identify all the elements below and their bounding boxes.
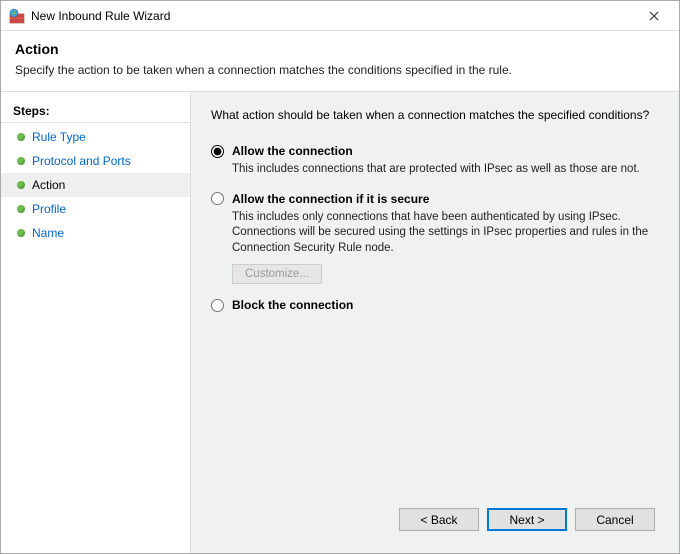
header: Action Specify the action to be taken wh…	[1, 31, 679, 92]
customize-button: Customize...	[232, 264, 322, 284]
bullet-icon	[17, 157, 25, 165]
option-allow-secure-desc: This includes only connections that have…	[232, 210, 652, 257]
step-rule-type[interactable]: Rule Type	[1, 125, 190, 149]
radio-allow[interactable]	[211, 145, 224, 158]
cancel-button[interactable]: Cancel	[575, 508, 655, 531]
content-panel: What action should be taken when a conne…	[191, 92, 679, 553]
step-name[interactable]: Name	[1, 221, 190, 245]
footer-buttons: < Back Next > Cancel	[211, 498, 659, 545]
firewall-icon	[9, 8, 25, 24]
option-allow-secure: Allow the connection if it is secure Thi…	[211, 192, 659, 285]
step-label: Rule Type	[32, 130, 86, 144]
close-button[interactable]	[637, 4, 671, 28]
bullet-icon	[17, 229, 25, 237]
option-allow-secure-label: Allow the connection if it is secure	[232, 192, 429, 206]
page-title: Action	[15, 41, 665, 57]
step-action: Action	[1, 173, 190, 197]
page-subtitle: Specify the action to be taken when a co…	[15, 63, 665, 77]
bullet-icon	[17, 205, 25, 213]
step-label: Profile	[32, 202, 66, 216]
steps-heading: Steps:	[1, 100, 190, 123]
close-icon	[649, 11, 659, 21]
step-label: Protocol and Ports	[32, 154, 131, 168]
next-button[interactable]: Next >	[487, 508, 567, 531]
step-label: Action	[32, 178, 65, 192]
option-block-control[interactable]: Block the connection	[211, 298, 659, 312]
option-allow-secure-control[interactable]: Allow the connection if it is secure	[211, 192, 659, 206]
option-allow-control[interactable]: Allow the connection	[211, 144, 659, 158]
radio-block[interactable]	[211, 299, 224, 312]
option-block: Block the connection	[211, 298, 659, 312]
option-allow-label: Allow the connection	[232, 144, 353, 158]
step-profile[interactable]: Profile	[1, 197, 190, 221]
titlebar: New Inbound Rule Wizard	[1, 1, 679, 31]
window-title: New Inbound Rule Wizard	[31, 9, 637, 23]
content-prompt: What action should be taken when a conne…	[211, 108, 659, 122]
option-block-label: Block the connection	[232, 298, 353, 312]
bullet-icon	[17, 181, 25, 189]
option-allow-desc: This includes connections that are prote…	[232, 162, 652, 178]
radio-allow-secure[interactable]	[211, 192, 224, 205]
step-label: Name	[32, 226, 64, 240]
step-protocol-and-ports[interactable]: Protocol and Ports	[1, 149, 190, 173]
steps-sidebar: Steps: Rule Type Protocol and Ports Acti…	[1, 92, 191, 553]
back-button[interactable]: < Back	[399, 508, 479, 531]
bullet-icon	[17, 133, 25, 141]
option-allow: Allow the connection This includes conne…	[211, 144, 659, 178]
